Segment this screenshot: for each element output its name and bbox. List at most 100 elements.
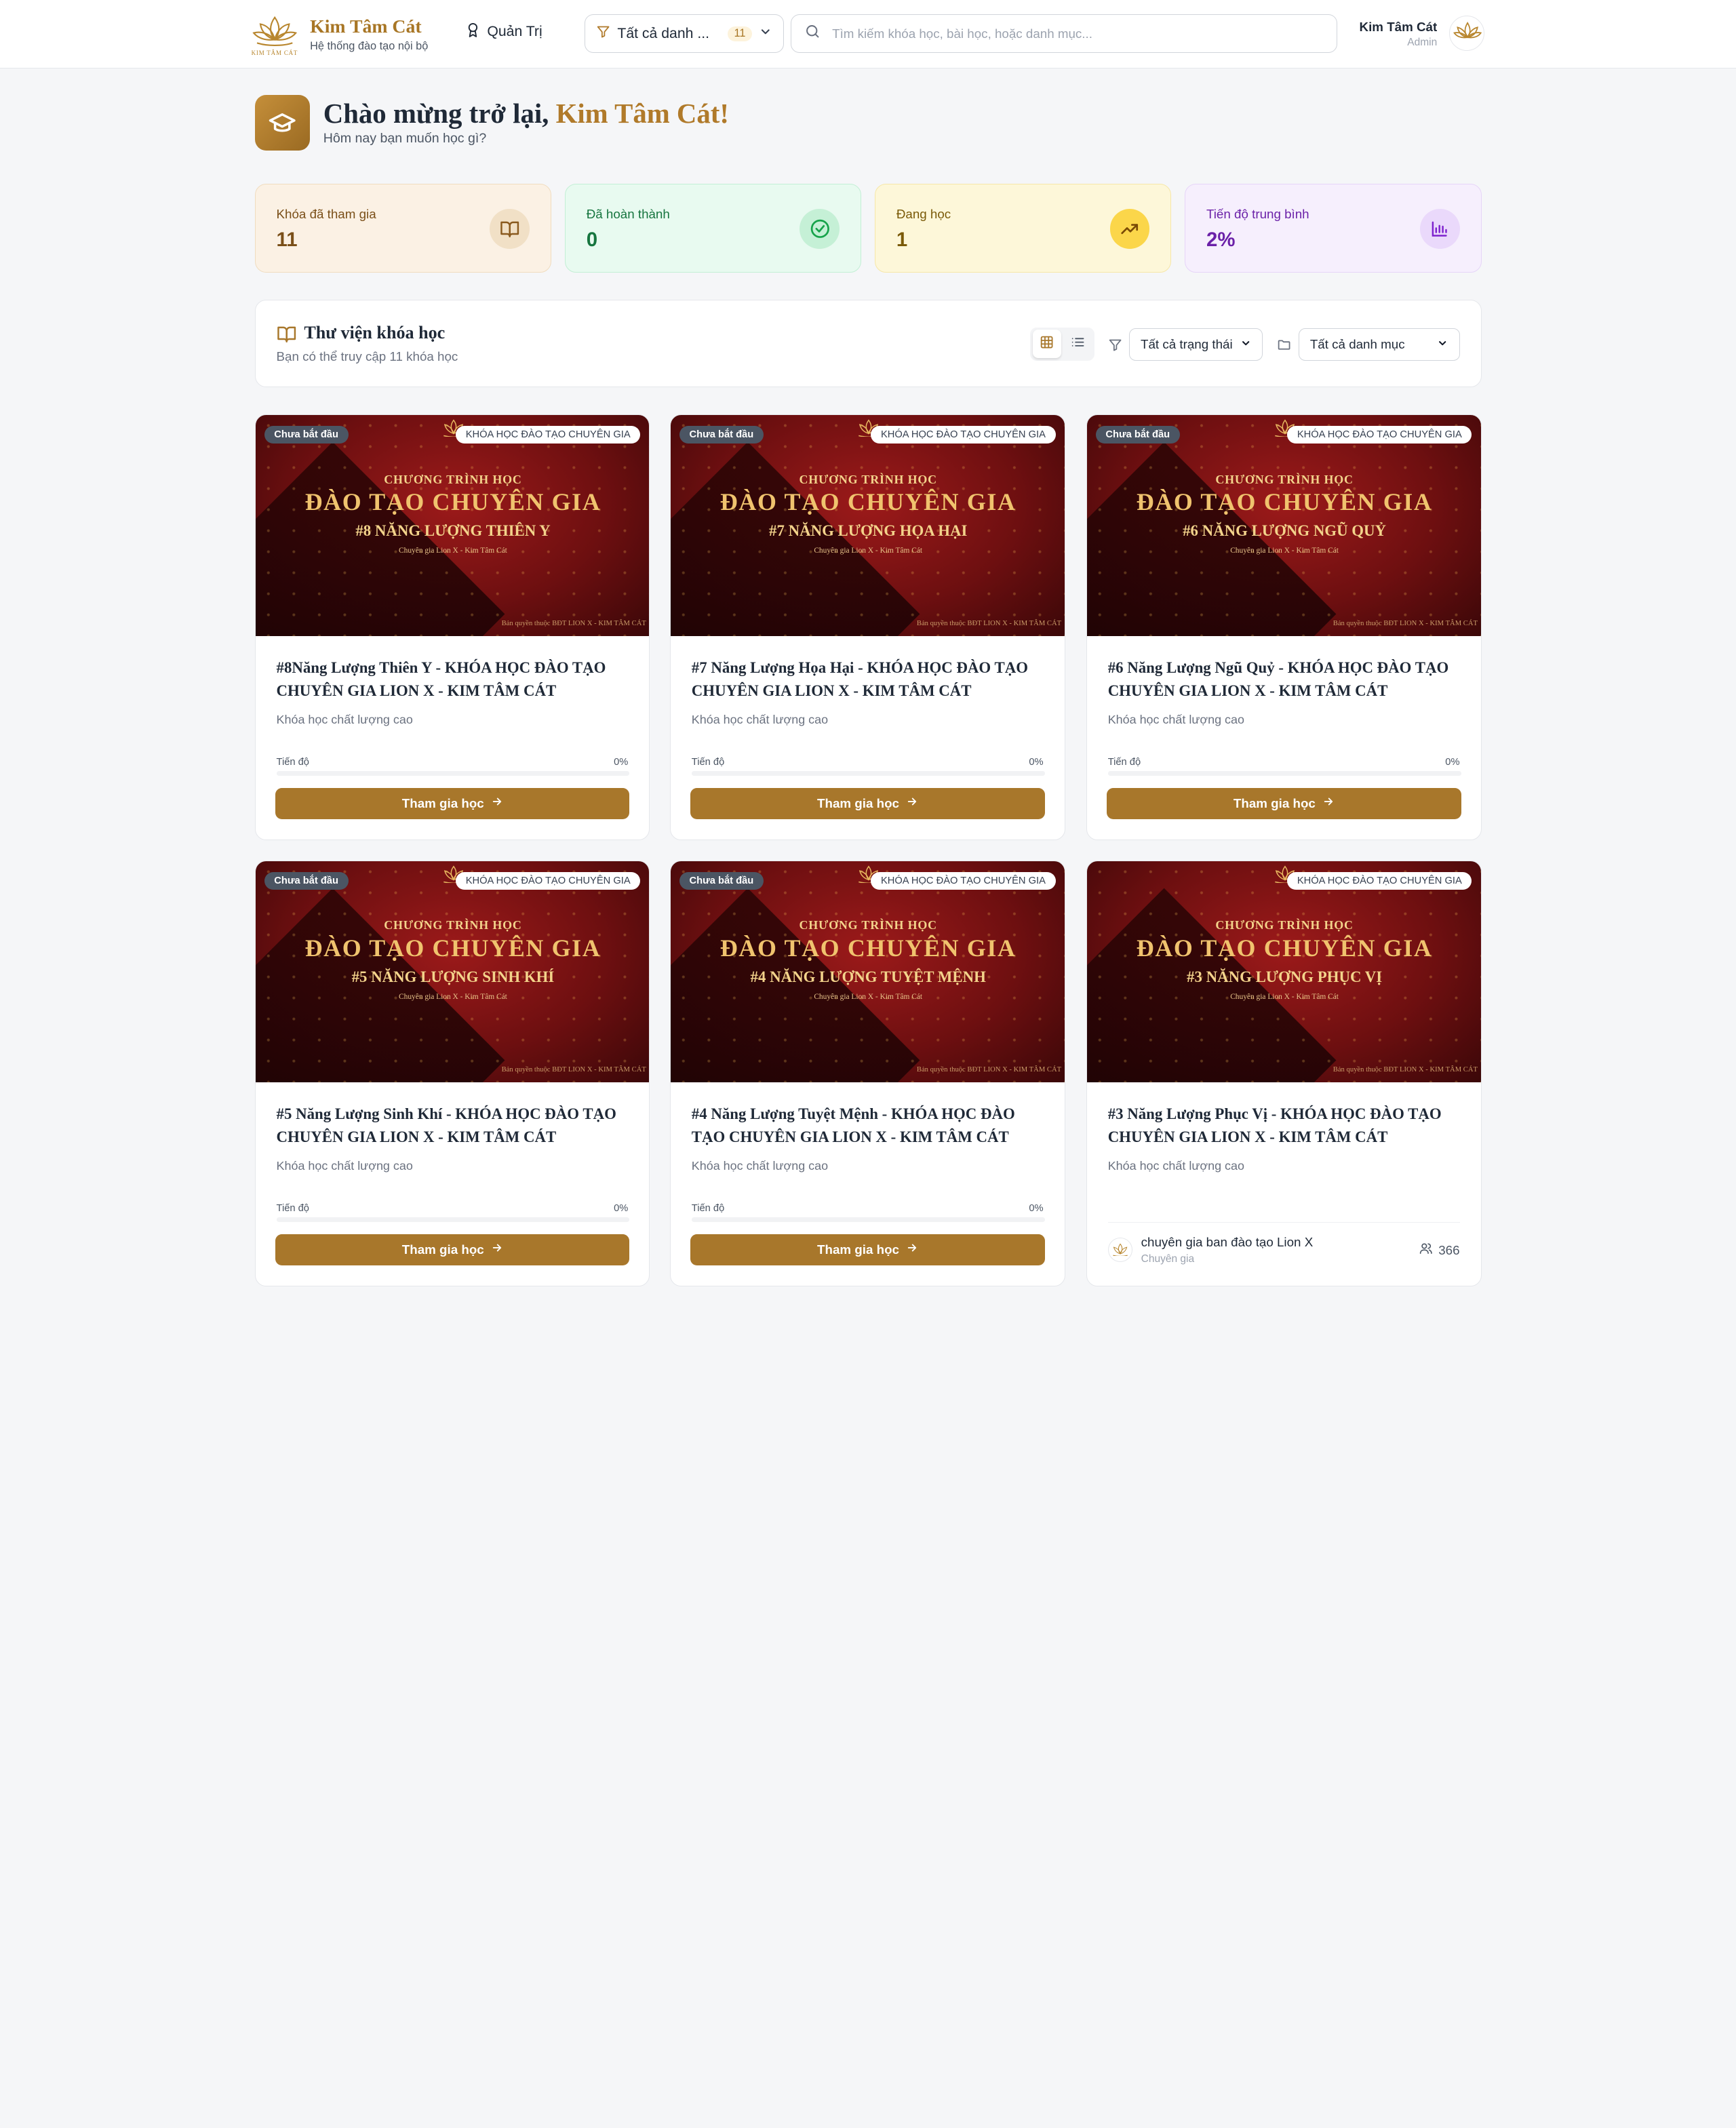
course-card[interactable]: CHƯƠNG TRÌNH HỌC ĐÀO TẠO CHUYÊN GIA #3 N… xyxy=(1086,860,1482,1287)
progress-bar xyxy=(691,1217,1045,1222)
course-thumbnail[interactable]: CHƯƠNG TRÌNH HỌC ĐÀO TẠO CHUYÊN GIA #8 N… xyxy=(255,414,650,637)
stat-card: Đang học 1 xyxy=(874,184,1172,273)
logo-text: KIM TÂM CÁT xyxy=(251,50,298,57)
status-filter-select[interactable]: Tất cả trạng thái xyxy=(1128,328,1263,361)
category-badge: KHÓA HỌC ĐÀO TẠO CHUYÊN GIA xyxy=(456,871,641,890)
join-course-button[interactable]: Tham gia học xyxy=(275,787,630,819)
category-filter-select[interactable]: Tất cả danh mục xyxy=(1298,328,1460,361)
banner-course-subtitle: #3 NĂNG LƯỢNG PHỤC VỊ xyxy=(1187,968,1383,985)
list-view-button[interactable] xyxy=(1063,330,1092,358)
course-title[interactable]: #5 Năng Lượng Sinh Khí - KHÓA HỌC ĐÀO TẠ… xyxy=(277,1103,633,1149)
category-badge: KHÓA HỌC ĐÀO TẠO CHUYÊN GIA xyxy=(1287,871,1472,890)
banner-main-title: ĐÀO TẠO CHUYÊN GIA xyxy=(304,488,601,516)
search-icon xyxy=(804,23,821,44)
user-role: Admin xyxy=(1407,36,1438,48)
category-badge: KHÓA HỌC ĐÀO TẠO CHUYÊN GIA xyxy=(871,425,1056,444)
course-thumbnail[interactable]: CHƯƠNG TRÌNH HỌC ĐÀO TẠO CHUYÊN GIA #4 N… xyxy=(670,861,1065,1083)
brand-subtitle: Hệ thống đào tạo nội bộ xyxy=(310,39,429,52)
banner-program-label: CHƯƠNG TRÌNH HỌC xyxy=(799,918,937,932)
course-thumbnail[interactable]: CHƯƠNG TRÌNH HỌC ĐÀO TẠO CHUYÊN GIA #6 N… xyxy=(1086,414,1481,637)
category-badge: KHÓA HỌC ĐÀO TẠO CHUYÊN GIA xyxy=(456,425,641,444)
arrow-right-icon xyxy=(906,795,918,811)
banner-program-label: CHƯƠNG TRÌNH HỌC xyxy=(799,472,937,486)
stat-card: Đã hoàn thành 0 xyxy=(564,184,862,273)
folder-icon xyxy=(1277,336,1291,357)
progress-label: Tiến độ xyxy=(691,1203,725,1215)
course-card[interactable]: CHƯƠNG TRÌNH HỌC ĐÀO TẠO CHUYÊN GIA #4 N… xyxy=(669,860,1065,1287)
category-filter-value: Tất cả danh mục xyxy=(1309,336,1405,351)
banner-copyright: Bản quyền thuộc BĐT LION X - KIM TÂM CÁT xyxy=(916,620,1062,628)
course-card[interactable]: CHƯƠNG TRÌNH HỌC ĐÀO TẠO CHUYÊN GIA #6 N… xyxy=(1086,414,1482,841)
course-title[interactable]: #7 Năng Lượng Họa Hại - KHÓA HỌC ĐÀO TẠO… xyxy=(692,656,1048,703)
search-input[interactable] xyxy=(832,26,1324,41)
course-card[interactable]: CHƯƠNG TRÌNH HỌC ĐÀO TẠO CHUYÊN GIA #5 N… xyxy=(254,860,650,1287)
join-course-label: Tham gia học xyxy=(817,1242,899,1257)
stat-value: 1 xyxy=(896,229,908,252)
view-toggle xyxy=(1030,327,1095,361)
status-badge: Chưa bắt đầu xyxy=(1095,425,1180,444)
welcome-subtitle: Hôm nay bạn muốn học gì? xyxy=(323,130,487,146)
chevron-down-icon xyxy=(1437,337,1448,352)
banner-tagline: Chuyên gia Lion X - Kim Tâm Cát xyxy=(1230,992,1339,1001)
course-title[interactable]: #6 Năng Lượng Ngũ Quỷ - KHÓA HỌC ĐÀO TẠO… xyxy=(1108,656,1465,703)
banner-main-title: ĐÀO TẠO CHUYÊN GIA xyxy=(719,934,1017,962)
progress-value: 0% xyxy=(1029,1203,1044,1215)
course-thumbnail[interactable]: CHƯƠNG TRÌNH HỌC ĐÀO TẠO CHUYÊN GIA #5 N… xyxy=(255,861,650,1083)
course-description: Khóa học chất lượng cao xyxy=(276,1158,413,1173)
course-thumbnail[interactable]: CHƯƠNG TRÌNH HỌC ĐÀO TẠO CHUYÊN GIA #7 N… xyxy=(670,414,1065,637)
course-thumbnail[interactable]: CHƯƠNG TRÌNH HỌC ĐÀO TẠO CHUYÊN GIA #3 N… xyxy=(1086,861,1481,1083)
user-avatar[interactable] xyxy=(1449,15,1485,52)
status-badge: Chưa bắt đầu xyxy=(264,425,349,444)
filter-icon xyxy=(1108,336,1122,357)
join-course-button[interactable]: Tham gia học xyxy=(275,1234,630,1265)
brand-title[interactable]: Kim Tâm Cát xyxy=(310,16,421,38)
join-course-label: Tham gia học xyxy=(401,1242,484,1257)
banner-program-label: CHƯƠNG TRÌNH HỌC xyxy=(384,472,522,486)
join-course-button[interactable]: Tham gia học xyxy=(1107,787,1461,819)
search-box[interactable] xyxy=(790,14,1338,54)
course-description: Khóa học chất lượng cao xyxy=(691,1158,829,1173)
student-count-value: 366 xyxy=(1438,1242,1460,1257)
course-card[interactable]: CHƯƠNG TRÌNH HỌC ĐÀO TẠO CHUYÊN GIA #7 N… xyxy=(669,414,1065,841)
join-course-button[interactable]: Tham gia học xyxy=(690,1234,1045,1265)
arrow-right-icon xyxy=(1322,795,1335,811)
stat-value: 0 xyxy=(586,229,598,252)
admin-link[interactable]: Quản Trị xyxy=(465,22,542,42)
course-title[interactable]: #3 Năng Lượng Phục Vị - KHÓA HỌC ĐÀO TẠO… xyxy=(1108,1103,1465,1149)
banner-program-label: CHƯƠNG TRÌNH HỌC xyxy=(1215,918,1354,932)
progress-value: 0% xyxy=(1445,757,1460,768)
stat-card: Tiến độ trung bình 2% xyxy=(1184,184,1482,273)
grid-icon xyxy=(1040,334,1054,355)
stat-label: Tiến độ trung bình xyxy=(1206,206,1309,221)
grid-view-button[interactable] xyxy=(1032,329,1062,359)
arrow-right-icon xyxy=(906,1242,918,1257)
category-filter-label: Tất cả danh ... xyxy=(617,25,710,41)
course-title[interactable]: #8Năng Lượng Thiên Y - KHÓA HỌC ĐÀO TẠO … xyxy=(277,656,633,703)
trending-up-icon xyxy=(1109,208,1150,249)
chevron-down-icon xyxy=(759,25,772,43)
join-course-label: Tham gia học xyxy=(1233,795,1316,810)
bar-chart-icon xyxy=(1419,208,1460,249)
join-course-button[interactable]: Tham gia học xyxy=(690,787,1045,819)
course-description: Khóa học chất lượng cao xyxy=(1107,1158,1244,1173)
banner-copyright: Bản quyền thuộc BĐT LION X - KIM TÂM CÁT xyxy=(916,1066,1062,1074)
banner-copyright: Bản quyền thuộc BĐT LION X - KIM TÂM CÁT xyxy=(1333,1066,1478,1074)
course-library-panel: Thư viện khóa học Bạn có thể truy cập 11… xyxy=(254,300,1482,388)
users-icon xyxy=(1419,1242,1433,1259)
course-card[interactable]: CHƯƠNG TRÌNH HỌC ĐÀO TẠO CHUYÊN GIA #8 N… xyxy=(254,414,650,841)
brand-logo[interactable]: KIM TÂM CÁT xyxy=(248,7,301,60)
user-name[interactable]: Kim Tâm Cát xyxy=(1360,20,1438,35)
banner-copyright: Bản quyền thuộc BĐT LION X - KIM TÂM CÁT xyxy=(1333,620,1478,628)
stat-card: Khóa đã tham gia 11 xyxy=(254,184,552,273)
course-title[interactable]: #4 Năng Lượng Tuyệt Mệnh - KHÓA HỌC ĐÀO … xyxy=(692,1103,1048,1149)
progress-value: 0% xyxy=(1029,757,1044,768)
category-badge: KHÓA HỌC ĐÀO TẠO CHUYÊN GIA xyxy=(871,871,1056,890)
card-divider xyxy=(1107,1221,1460,1223)
category-filter-dropdown[interactable]: Tất cả danh ... 11 xyxy=(585,14,784,54)
course-description: Khóa học chất lượng cao xyxy=(691,712,829,726)
banner-course-subtitle: #4 NĂNG LƯỢNG TUYỆT MỆNH xyxy=(750,968,986,985)
status-badge: Chưa bắt đầu xyxy=(264,871,349,890)
stat-label: Đang học xyxy=(896,206,951,221)
graduation-cap-icon xyxy=(254,95,311,151)
progress-label: Tiến độ xyxy=(1107,757,1141,768)
